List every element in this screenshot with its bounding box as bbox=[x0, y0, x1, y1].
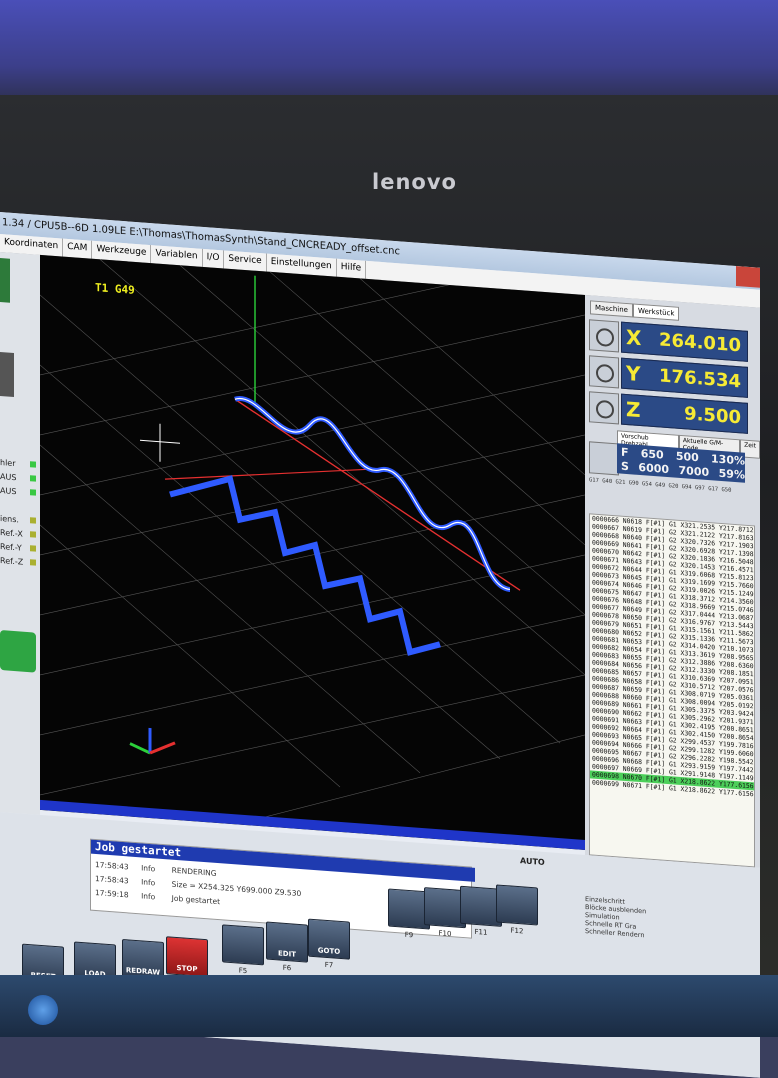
square-toolpath-lower bbox=[169, 475, 441, 656]
menu-io[interactable]: I/O bbox=[202, 248, 225, 269]
axis-value: 176.534 bbox=[659, 365, 741, 393]
lp-label-5: Ref.-X bbox=[0, 528, 23, 539]
message-type: Info bbox=[141, 891, 156, 902]
coord-x: X 264.010 bbox=[589, 319, 749, 362]
lp-label-1: hler bbox=[0, 458, 16, 469]
feed-label: F bbox=[621, 445, 629, 460]
lp-label-6: Ref.-Y bbox=[0, 542, 22, 553]
fkey-label: GOTO bbox=[317, 946, 341, 956]
f12-button[interactable]: F12 bbox=[496, 884, 538, 935]
tab-werkstueck[interactable]: Werkstück bbox=[632, 303, 680, 321]
axis-value: 9.500 bbox=[684, 403, 741, 429]
fkey-number: F7 bbox=[324, 960, 334, 970]
menu-hilfe[interactable]: Hilfe bbox=[336, 258, 367, 279]
lp-label-7: Ref.-Z bbox=[0, 556, 24, 567]
menu-cam[interactable]: CAM bbox=[63, 238, 93, 259]
edit-button[interactable]: EDIT F6 bbox=[266, 921, 308, 972]
gcode-listing[interactable]: 0000666 N0618 F[#1] G1 X321.2535 Y217.87… bbox=[589, 513, 755, 868]
right-sidebar: Maschine Werkstück X 264.010 Y 176.534 Z… bbox=[585, 294, 760, 868]
coord-y-display: Y 176.534 bbox=[621, 357, 748, 398]
message-time: 17:59:18 bbox=[95, 887, 129, 900]
fkey-number: F9 bbox=[404, 930, 414, 940]
left-status-panel: hler AUS AUS iens. Ref.-X Ref.-Y Ref.-Z bbox=[0, 252, 40, 815]
axis-gizmo-icon bbox=[129, 727, 176, 755]
coord-z: Z 9.500 bbox=[589, 391, 749, 434]
maximize-button[interactable] bbox=[710, 264, 734, 286]
skip-back-button[interactable]: F5 bbox=[222, 924, 264, 975]
spindle-pct: 59% bbox=[718, 466, 745, 482]
feed-value: 650 bbox=[640, 447, 664, 462]
redraw-button[interactable]: REDRAWF3 bbox=[122, 938, 164, 990]
message-title: Job gestartet bbox=[91, 839, 475, 882]
minimize-button[interactable] bbox=[684, 262, 708, 284]
message-time: 17:58:43 bbox=[95, 873, 129, 886]
monitor-brand-logo: lenovo bbox=[372, 170, 457, 194]
message-text: Job gestartet bbox=[171, 893, 221, 907]
status-led bbox=[30, 489, 36, 496]
coord-x-display: X 264.010 bbox=[621, 321, 748, 362]
zero-y-button[interactable] bbox=[589, 355, 619, 389]
fkey-number: F10 bbox=[438, 929, 452, 939]
zero-z-button[interactable] bbox=[589, 391, 619, 425]
goto-button[interactable]: GOTO F7 bbox=[308, 918, 350, 969]
tab-maschine[interactable]: Maschine bbox=[590, 300, 633, 318]
machine-state-icon bbox=[0, 258, 10, 303]
fkey-number: F6 bbox=[282, 963, 292, 973]
lp-label-2: AUS bbox=[0, 472, 17, 483]
lp-label-3: AUS bbox=[0, 486, 17, 497]
mode-indicator: AUTO bbox=[520, 856, 545, 868]
status-led bbox=[30, 461, 36, 468]
message-text: RENDERING bbox=[171, 865, 217, 878]
status-led bbox=[30, 545, 36, 552]
feed-pct: 130% bbox=[711, 452, 745, 468]
status-led bbox=[30, 559, 36, 566]
tool-icon bbox=[0, 352, 14, 398]
crosshair-icon bbox=[140, 423, 180, 462]
spindle-label: S bbox=[621, 459, 629, 474]
feed-set: 500 bbox=[675, 449, 699, 465]
windows-taskbar bbox=[0, 975, 778, 1037]
fkey-label bbox=[425, 922, 465, 925]
stop-button[interactable]: STOPF4 bbox=[166, 936, 208, 987]
axis-label: Z bbox=[626, 396, 641, 423]
gcode-lines: 0000666 N0618 F[#1] G1 X321.2535 Y217.87… bbox=[590, 514, 754, 798]
zero-x-button[interactable] bbox=[589, 319, 619, 353]
status-led bbox=[30, 531, 36, 538]
fkey-label bbox=[461, 921, 501, 924]
fkey-label bbox=[497, 919, 537, 922]
spindle-value: 6000 bbox=[638, 460, 670, 477]
message-time: 17:58:43 bbox=[95, 859, 129, 872]
axis-label: X bbox=[626, 324, 642, 351]
fkey-label: EDIT bbox=[278, 949, 296, 959]
3d-viewport[interactable]: T1 G49 bbox=[40, 254, 585, 850]
override-icon[interactable] bbox=[589, 441, 619, 476]
axis-label: Y bbox=[626, 360, 641, 387]
spindle-set: 7000 bbox=[678, 463, 710, 480]
grid bbox=[40, 254, 585, 850]
coord-y: Y 176.534 bbox=[589, 355, 749, 398]
start-button-icon[interactable] bbox=[28, 995, 58, 1025]
fkey-number: F12 bbox=[510, 926, 524, 936]
screen: 1.34 / CPU5B--6D 1.09LE E:\Thomas\Thomas… bbox=[0, 212, 760, 1078]
message-type: Info bbox=[141, 863, 156, 874]
close-button[interactable] bbox=[736, 266, 760, 288]
status-led bbox=[30, 475, 36, 482]
power-on-button[interactable] bbox=[0, 630, 36, 673]
message-type: Info bbox=[141, 877, 156, 888]
option-checkboxes: Einzelschritt Blöcke ausblenden Simulati… bbox=[585, 895, 755, 947]
fkey-label: STOP bbox=[176, 963, 198, 974]
coord-z-display: Z 9.500 bbox=[621, 393, 748, 434]
axis-value: 264.010 bbox=[659, 329, 741, 357]
lp-label-4: iens. bbox=[0, 514, 19, 525]
wall-background bbox=[0, 0, 778, 110]
x-axis-line bbox=[234, 398, 521, 591]
fkey-label bbox=[389, 924, 429, 927]
status-led bbox=[30, 517, 36, 524]
coord-tabs: Maschine Werkstück bbox=[590, 300, 680, 321]
toolpath-render bbox=[40, 254, 585, 850]
fkey-label bbox=[223, 959, 263, 962]
